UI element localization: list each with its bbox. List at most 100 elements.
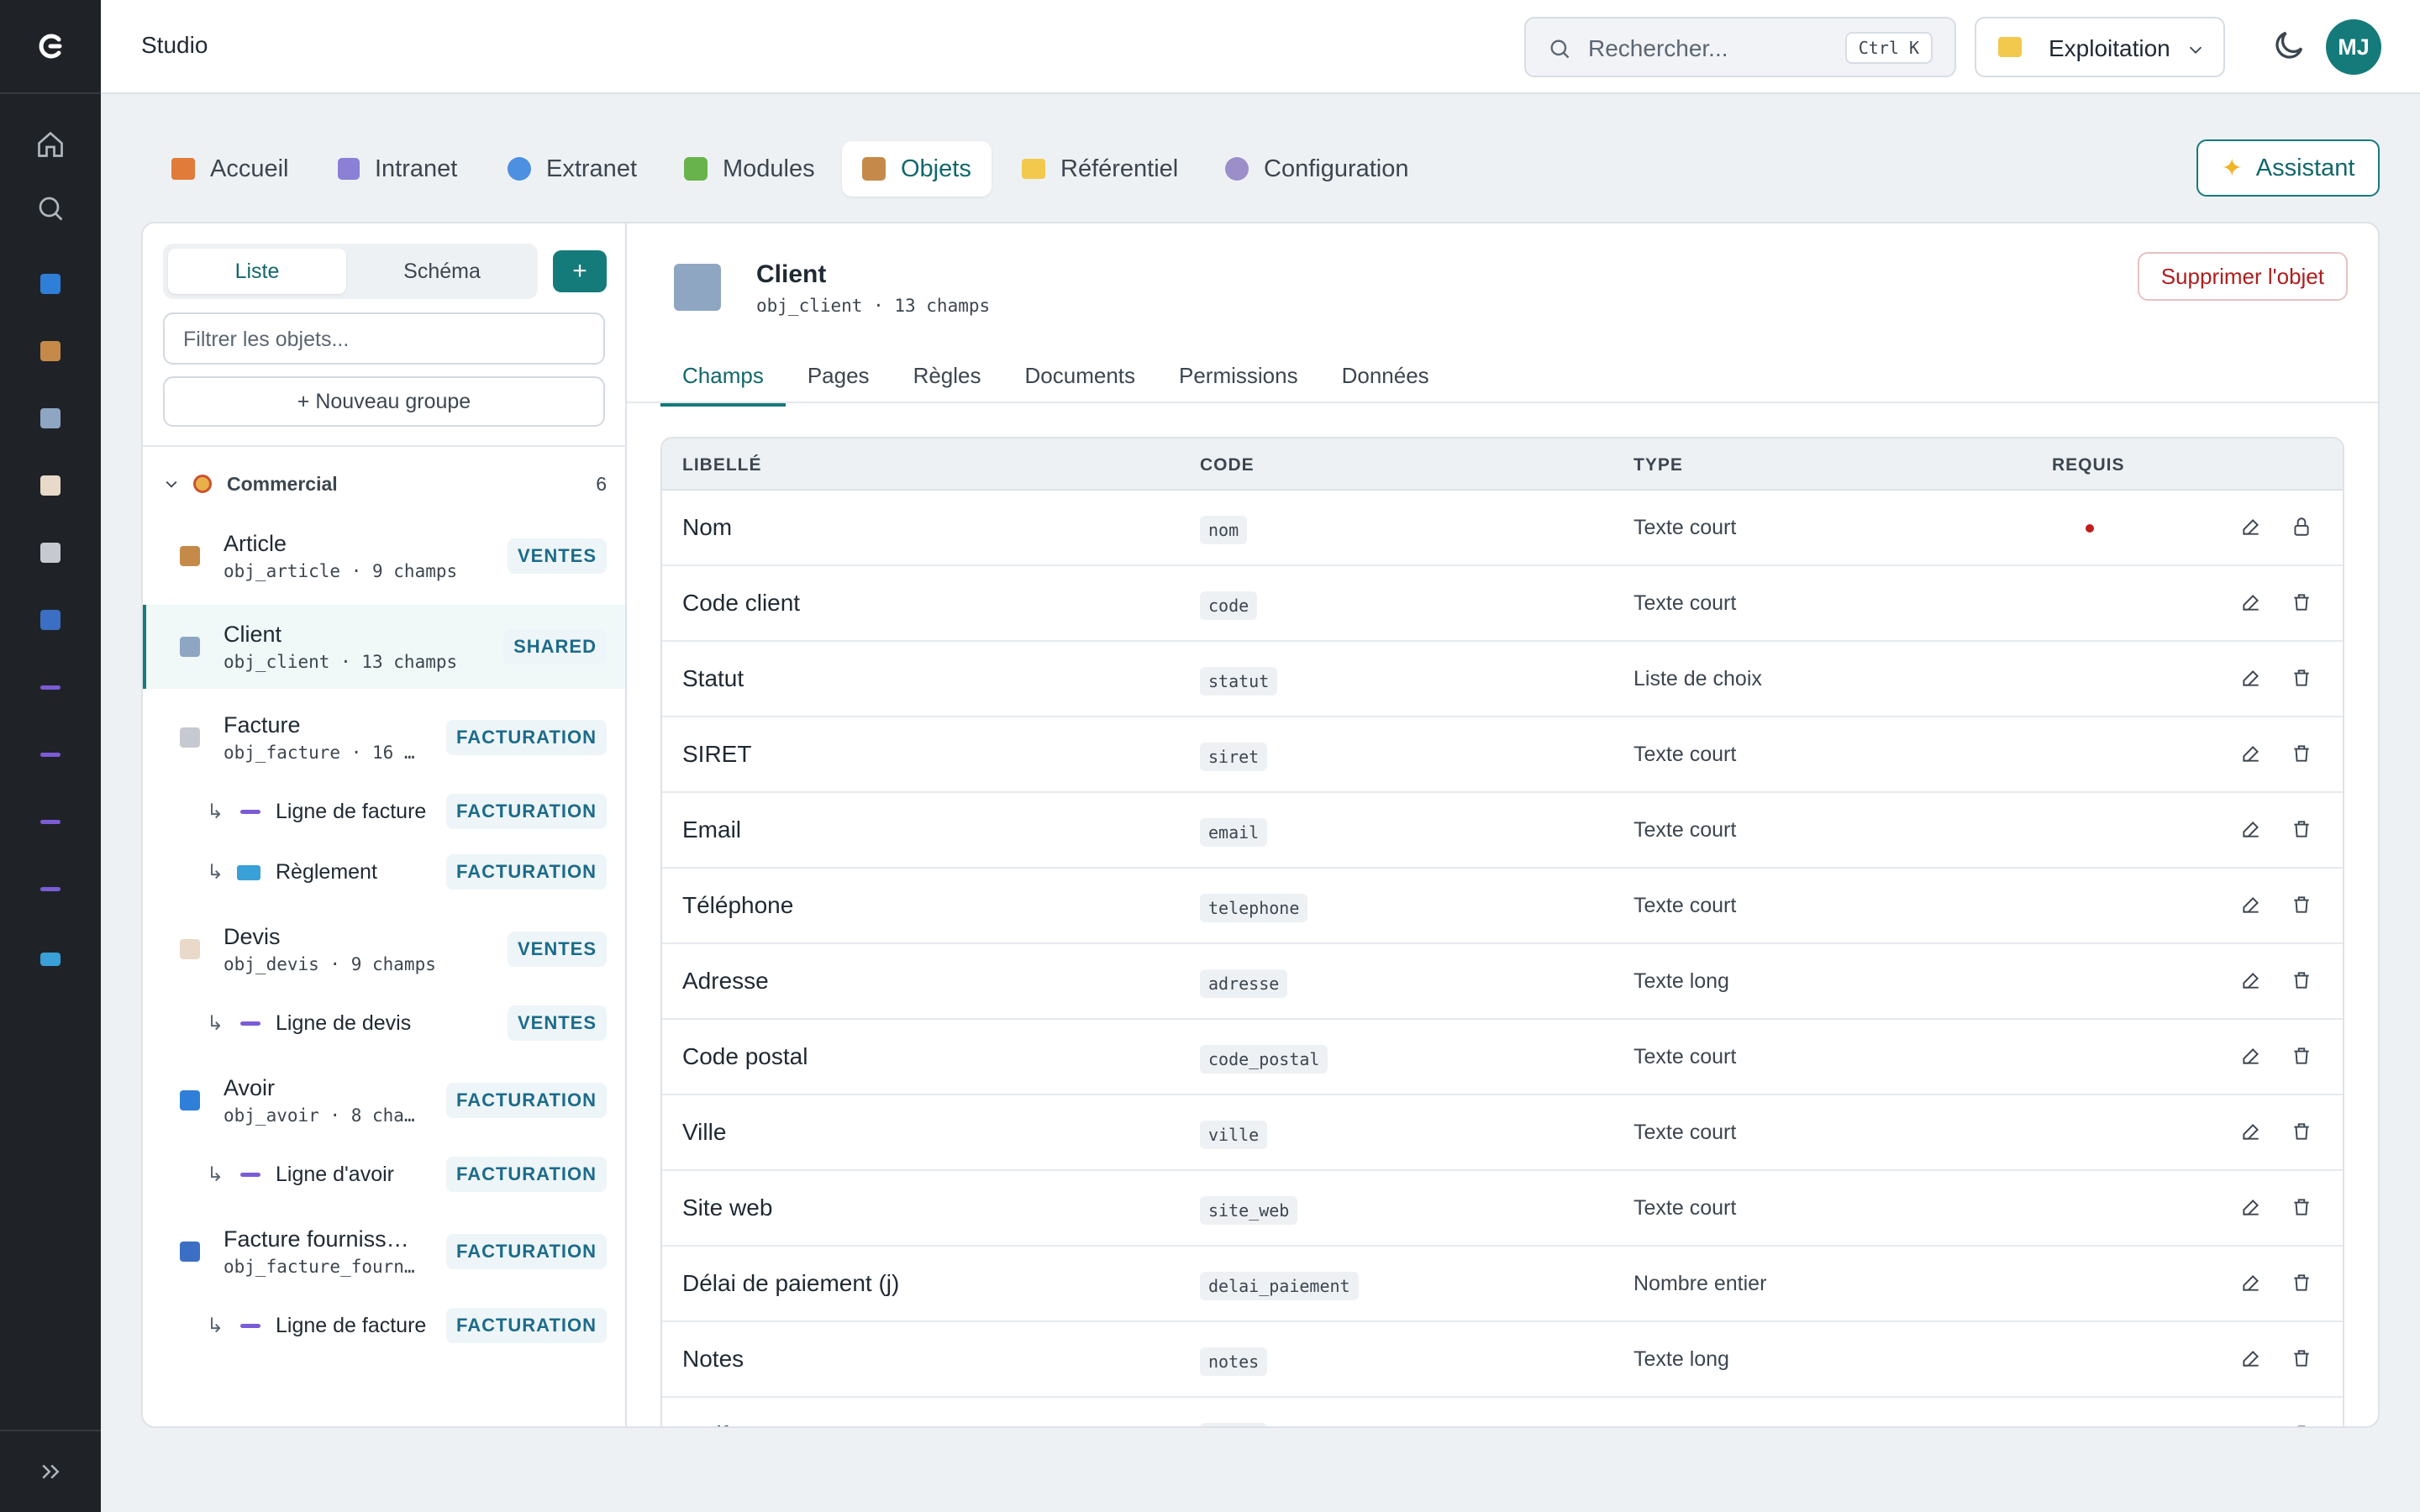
search-input[interactable]: Rechercher... Ctrl K: [1524, 17, 1956, 77]
rail-reglement[interactable]: [0, 934, 101, 984]
edit-icon[interactable]: [2240, 1196, 2262, 1222]
trash-icon[interactable]: [2291, 1045, 2312, 1071]
object-item-client[interactable]: Client obj_client · 13 champs SHARED: [143, 605, 625, 689]
objects-card: Liste Schéma + Filtrer les objets... + N…: [141, 222, 2380, 1428]
tab-champs[interactable]: Champs: [660, 358, 786, 407]
object-item-reglement[interactable]: ↳ Règlement FACTURATION: [143, 842, 625, 902]
tab-modules[interactable]: Modules: [664, 141, 835, 197]
group-header-commercial[interactable]: Commercial 6: [163, 467, 607, 501]
object-item-facture-fournisseur[interactable]: Facture fournisseur obj_facture_fourniss…: [143, 1210, 625, 1294]
trash-icon[interactable]: [2291, 894, 2312, 920]
tab-referentiel[interactable]: Référentiel: [1002, 141, 1198, 197]
rail-facture-fournisseur[interactable]: [0, 595, 101, 645]
rail-ligne-devis[interactable]: [0, 729, 101, 780]
trash-icon[interactable]: [2291, 1121, 2312, 1147]
add-object-button[interactable]: +: [553, 250, 607, 292]
new-group-button[interactable]: + Nouveau groupe: [163, 376, 605, 427]
receipt-icon: [40, 543, 60, 563]
view-list-button[interactable]: Liste: [168, 249, 346, 294]
edit-icon[interactable]: [2240, 818, 2262, 844]
delete-object-button[interactable]: Supprimer l'objet: [2137, 252, 2348, 301]
object-item-facture[interactable]: Facture obj_facture · 16 champs FACTURAT…: [143, 696, 625, 780]
edit-icon[interactable]: [2240, 969, 2262, 995]
trash-icon[interactable]: [2291, 1347, 2312, 1373]
object-item-devis[interactable]: Devis obj_devis · 9 champs VENTES: [143, 907, 625, 991]
rail-client[interactable]: [0, 393, 101, 444]
trash-icon[interactable]: [2291, 818, 2312, 844]
rail-facture[interactable]: [0, 528, 101, 578]
field-label: Adresse: [682, 968, 769, 994]
app-logo[interactable]: [0, 0, 101, 94]
table-row[interactable]: Ville ville Texte court: [662, 1095, 2343, 1171]
tab-donnees[interactable]: Données: [1320, 358, 1451, 407]
home-icon: [38, 131, 63, 157]
table-row[interactable]: Code client code Texte court: [662, 566, 2343, 642]
trash-icon[interactable]: [2291, 667, 2312, 693]
moon-icon[interactable]: [2270, 27, 2307, 64]
trash-icon[interactable]: [2291, 1423, 2312, 1426]
object-item-ligne-facture[interactable]: ↳ Ligne de facture FACTURATION: [143, 781, 625, 842]
edit-icon[interactable]: [2240, 1121, 2262, 1147]
rail-ligne-avoir[interactable]: [0, 796, 101, 847]
tab-accueil[interactable]: Accueil: [151, 141, 309, 197]
rail-ligne-facture-fournisseur[interactable]: [0, 864, 101, 914]
tab-pages[interactable]: Pages: [786, 358, 892, 407]
environment-select[interactable]: Exploitation: [1975, 17, 2225, 77]
trash-icon[interactable]: [2291, 591, 2312, 617]
table-row[interactable]: SIRET siret Texte court: [662, 717, 2343, 793]
trash-icon[interactable]: [2291, 1196, 2312, 1222]
tab-configuration[interactable]: Configuration: [1205, 141, 1429, 197]
table-row[interactable]: Statut statut Liste de choix: [662, 642, 2343, 717]
rail-devis[interactable]: [0, 460, 101, 511]
edit-icon[interactable]: [2240, 516, 2262, 542]
compass-icon: [193, 475, 212, 493]
card-icon: [237, 865, 260, 880]
tab-documents[interactable]: Documents: [1003, 358, 1158, 407]
table-row[interactable]: Notes notes Texte long: [662, 1322, 2343, 1398]
edit-icon[interactable]: [2240, 1045, 2262, 1071]
edit-icon[interactable]: [2240, 1347, 2262, 1373]
tab-regles[interactable]: Règles: [892, 358, 1003, 407]
object-item-article[interactable]: Article obj_article · 9 champs VENTES: [143, 514, 625, 598]
tab-extranet[interactable]: Extranet: [487, 141, 657, 197]
table-row[interactable]: Actif actif Oui/Non: [662, 1398, 2343, 1426]
table-row[interactable]: Code postal code_postal Texte court: [662, 1020, 2343, 1095]
view-schema-button[interactable]: Schéma: [353, 249, 531, 294]
tab-intranet[interactable]: Intranet: [318, 141, 477, 197]
table-row[interactable]: Adresse adresse Texte long: [662, 944, 2343, 1020]
trash-icon[interactable]: [2291, 743, 2312, 769]
rail-home[interactable]: [0, 119, 101, 170]
table-row[interactable]: Délai de paiement (j) delai_paiement Nombr…: [662, 1247, 2343, 1322]
edit-icon[interactable]: [2240, 1272, 2262, 1298]
tab-permissions[interactable]: Permissions: [1157, 358, 1320, 407]
object-item-avoir[interactable]: Avoir obj_avoir · 8 champs FACTURATION: [143, 1058, 625, 1142]
object-item-ligne-avoir[interactable]: ↳ Ligne d'avoir FACTURATION: [143, 1144, 625, 1205]
table-row[interactable]: Site web site_web Texte court: [662, 1171, 2343, 1247]
rail-search[interactable]: [0, 183, 101, 234]
object-item-ligne-devis[interactable]: ↳ Ligne de devis VENTES: [143, 993, 625, 1053]
tab-label: Extranet: [546, 155, 637, 182]
edit-icon[interactable]: [2240, 591, 2262, 617]
rail-ligne-facture[interactable]: [0, 662, 101, 712]
trash-icon[interactable]: [2291, 969, 2312, 995]
double-chevron-right-icon: [42, 1464, 60, 1479]
edit-icon[interactable]: [2240, 667, 2262, 693]
table-row[interactable]: Téléphone telephone Texte court: [662, 869, 2343, 944]
rail-article[interactable]: [0, 326, 101, 376]
assistant-button[interactable]: ✦ Assistant: [2196, 139, 2380, 197]
rail-expand-button[interactable]: [0, 1430, 101, 1512]
object-name: Client: [224, 622, 282, 647]
avatar[interactable]: MJ: [2326, 19, 2381, 75]
filter-objects-input[interactable]: Filtrer les objets...: [163, 312, 605, 365]
edit-icon[interactable]: [2240, 894, 2262, 920]
table-row[interactable]: Email email Texte court: [662, 793, 2343, 869]
lock-icon[interactable]: [2291, 516, 2312, 542]
field-type: Texte court: [1634, 1121, 1737, 1144]
rail-avoir[interactable]: [0, 259, 101, 309]
object-item-ligne-facture-fournisseur[interactable]: ↳ Ligne de facture FACTURATION: [143, 1295, 625, 1356]
trash-icon[interactable]: [2291, 1272, 2312, 1298]
edit-icon[interactable]: [2240, 1423, 2262, 1426]
table-row[interactable]: Nom nom Texte court: [662, 491, 2343, 566]
edit-icon[interactable]: [2240, 743, 2262, 769]
tab-objets[interactable]: Objets: [842, 141, 992, 197]
